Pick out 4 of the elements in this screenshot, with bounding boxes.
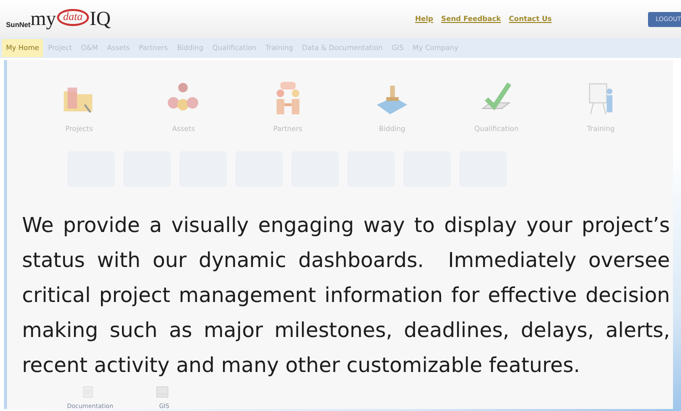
logo-text: IQ (90, 9, 111, 29)
overlay-paragraph: We provide a visually engaging way to display your project’s status with our dynamic dashboards. Immediately oversee critical project management information for effective decision making such as major milestones, deadlines, delays, alerts, recent activity and many other customizable features. (22, 212, 670, 379)
logo-emblem: data (57, 9, 89, 26)
logo-text: my (30, 9, 56, 29)
